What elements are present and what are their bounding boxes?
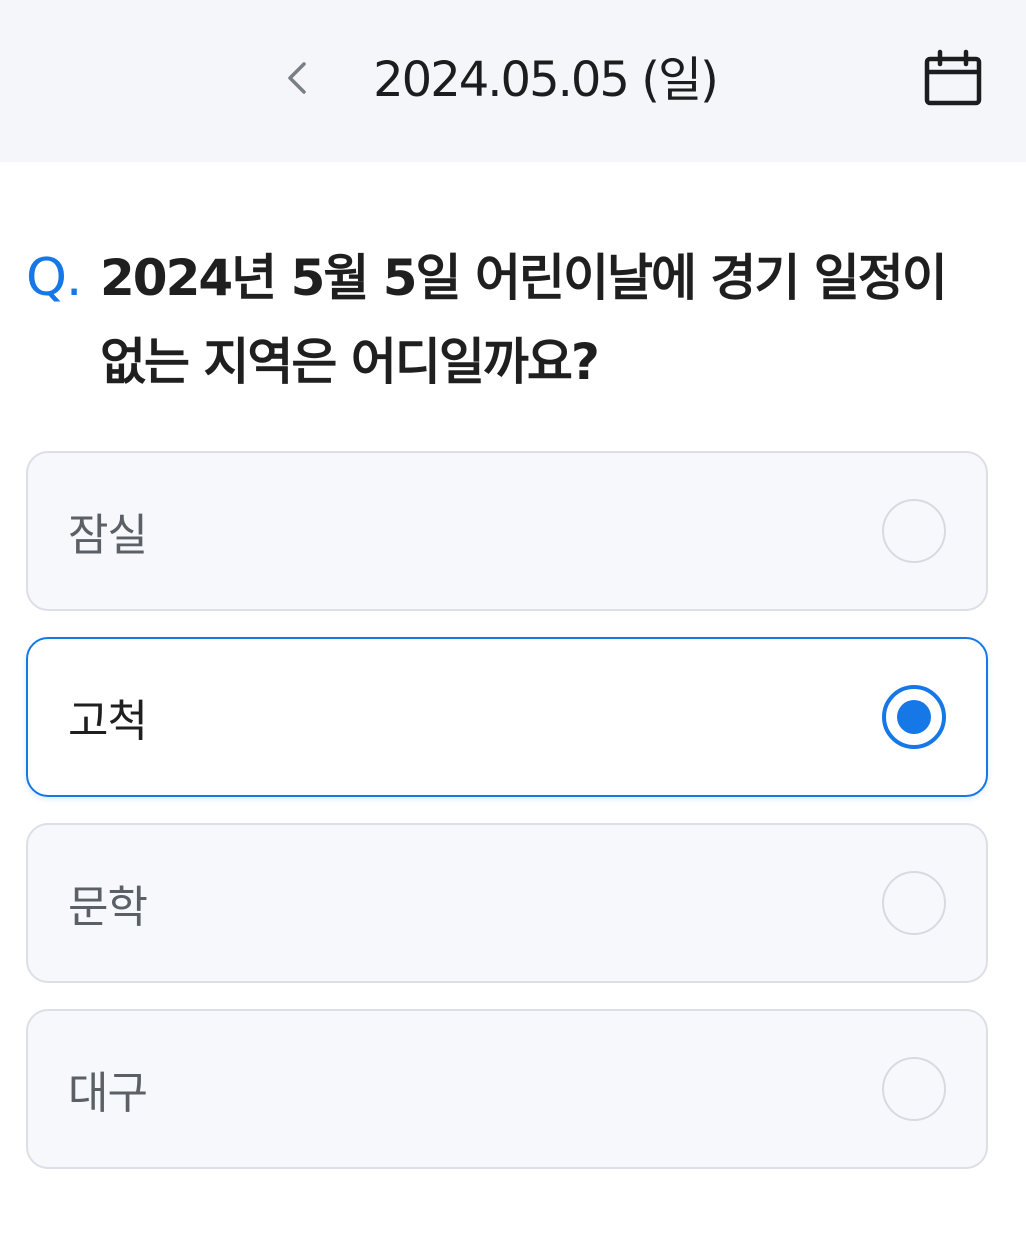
option-0[interactable]: 잠실	[26, 451, 988, 611]
radio-dot	[897, 700, 931, 734]
option-1[interactable]: 고척	[26, 637, 988, 797]
question-prefix: Q.	[26, 248, 82, 308]
option-label: 대구	[68, 1068, 148, 1119]
radio-button[interactable]	[882, 499, 946, 563]
radio-button[interactable]	[882, 685, 946, 749]
option-label: 고척	[68, 696, 148, 747]
radio-button[interactable]	[882, 871, 946, 935]
chevron-left-icon	[288, 62, 306, 94]
question-text: 2024년 5월 5일 어린이날에 경기 일정이 없는 지역은 어디일까요?	[100, 249, 948, 391]
back-button[interactable]	[266, 46, 330, 110]
top-bar: 2024.05.05 (일)	[0, 0, 1026, 162]
option-2[interactable]: 문학	[26, 823, 988, 983]
option-label: 문학	[68, 882, 148, 933]
radio-button[interactable]	[882, 1057, 946, 1121]
calendar-icon	[924, 49, 982, 106]
calendar-button[interactable]	[914, 40, 992, 118]
option-3[interactable]: 대구	[26, 1009, 988, 1169]
date-title: 2024.05.05 (일)	[373, 52, 719, 108]
option-label: 잠실	[68, 510, 148, 561]
